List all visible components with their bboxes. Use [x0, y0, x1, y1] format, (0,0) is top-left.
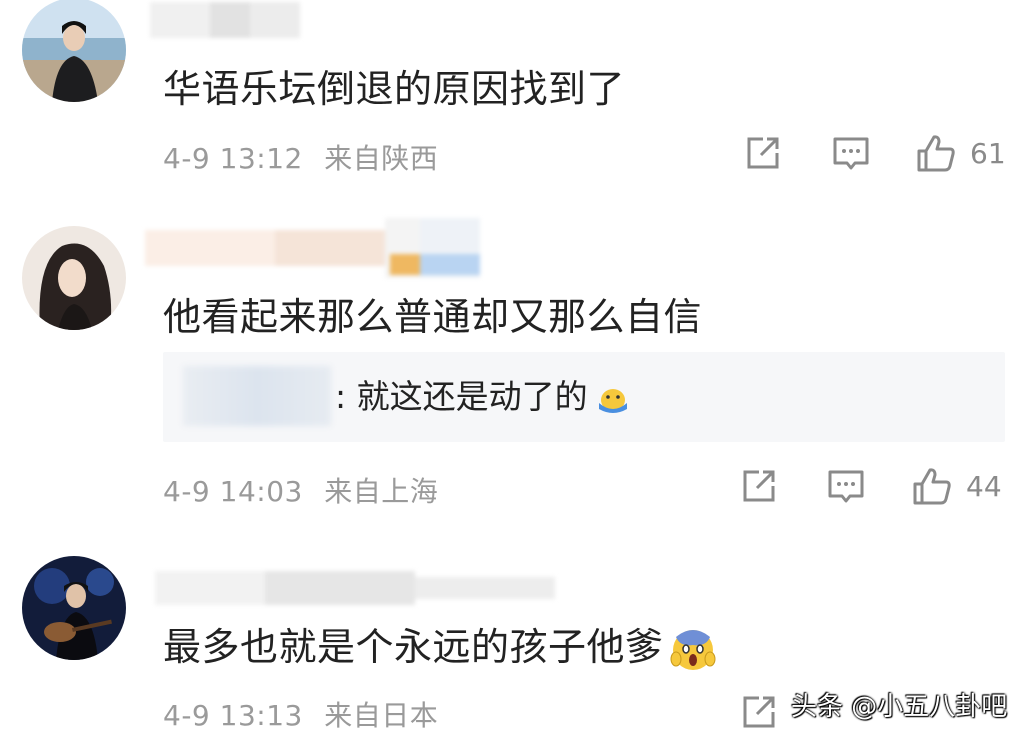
comment-location: 来自陕西 [324, 142, 439, 175]
comment-meta: 4-9 13:12 来自陕西 [163, 137, 438, 177]
reply-text: : 就这还是动了的 [335, 377, 588, 416]
like-count: 61 [970, 137, 1006, 170]
share-icon[interactable] [737, 690, 781, 734]
comment-location: 来自日本 [324, 699, 439, 732]
reply-preview[interactable]: : 就这还是动了的 [163, 352, 1005, 442]
comment-meta: 4-9 14:03 来自上海 [163, 470, 438, 510]
comment-item: 他看起来那么普通却又那么自信 : 就这还是动了的 4-9 14:03 来自上海 [0, 210, 1025, 530]
avatar[interactable] [22, 226, 126, 330]
comment-icon[interactable] [824, 464, 868, 508]
blurred-username [145, 218, 555, 278]
comment-text: 华语乐坛倒退的原因找到了 [163, 67, 626, 111]
comment-icon[interactable] [829, 131, 873, 175]
screaming-face-emoji [670, 627, 716, 673]
comment-text: 他看起来那么普通却又那么自信 [163, 295, 703, 339]
comment-date: 4-9 13:13 [163, 699, 303, 732]
blurred-username [150, 2, 300, 38]
comment-date: 4-9 13:12 [163, 142, 303, 175]
comment-meta: 4-9 13:13 来自日本 [163, 694, 438, 734]
comment-text: 最多也就是个永远的孩子他爹 [163, 625, 664, 669]
hot-face-emoji [596, 384, 630, 414]
thumbs-up-icon[interactable] [910, 464, 954, 508]
share-icon[interactable] [737, 464, 781, 508]
avatar[interactable] [22, 0, 126, 102]
blurred-reply-username [183, 366, 331, 426]
like-count: 44 [966, 470, 1002, 503]
comment-date: 4-9 14:03 [163, 475, 303, 508]
avatar[interactable] [22, 556, 126, 660]
comment-location: 来自上海 [324, 475, 439, 508]
watermark: 头条 @小五八卦吧 [791, 692, 1008, 722]
share-icon[interactable] [741, 131, 785, 175]
reply-text-line: : 就这还是动了的 [335, 370, 630, 418]
weibo-comment-list: 华语乐坛倒退的原因找到了 4-9 13:12 来自陕西 61 他看起来那么普通却… [0, 0, 1025, 736]
blurred-username [155, 560, 555, 616]
thumbs-up-icon[interactable] [914, 131, 958, 175]
comment-text-line: 最多也就是个永远的孩子他爹 [163, 616, 716, 673]
comment-item: 华语乐坛倒退的原因找到了 4-9 13:12 来自陕西 61 [0, 0, 1025, 210]
